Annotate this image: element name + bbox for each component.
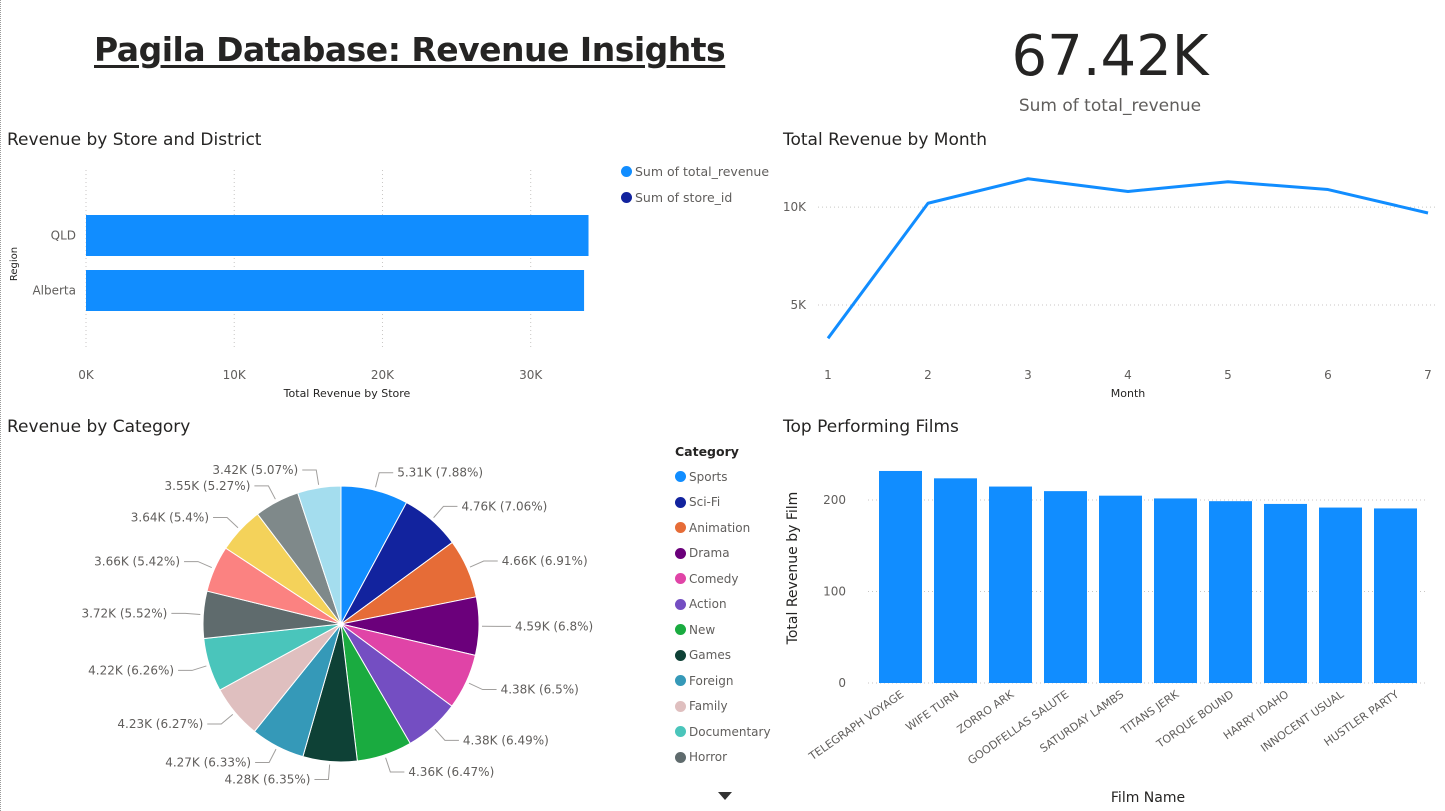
store-chart-x-tick-label: 30K [519,368,543,382]
month-chart-y-tick-label: 5K [790,298,807,312]
pie-data-label: 4.23K (6.27%) [117,717,203,731]
store-chart-bar [86,215,589,256]
pie-leader-line [385,757,405,773]
pie-data-label: 4.22K (6.26%) [88,663,174,677]
pie-data-label: 4.28K (6.35%) [225,772,311,786]
films-chart-bar [989,486,1032,683]
films-chart-x-tick-label: WIFE TURN [903,688,961,734]
store-chart-x-tick-label: 0K [78,368,95,382]
films-chart-bar [934,478,977,683]
month-chart-x-tick-label: 2 [924,368,932,382]
films-chart-y-axis-title: Total Revenue by Film [785,492,801,646]
films-chart-bar [1044,491,1087,683]
pie-leader-line [302,469,320,485]
month-chart-x-tick-label: 3 [1024,368,1032,382]
films-chart-y-tick-label: 200 [823,493,846,507]
films-chart-bar [879,470,922,683]
store-chart-x-tick-label: 10K [223,368,247,382]
pie-data-label: 5.31K (7.88%) [397,466,483,480]
store-chart-y-axis-title: Region [9,247,20,281]
films-chart-y-tick-label: 100 [823,585,846,599]
month-chart-x-tick-label: 5 [1224,368,1232,382]
store-chart-x-axis-title: Total Revenue by Store [283,387,411,400]
pie-leader-line [434,728,459,741]
charts-canvas: 0K 10K 20K 30K QLD Alberta Total Revenue by St… [9,170,1438,806]
pie-leader-line [184,561,212,569]
films-chart-bar [1264,503,1307,683]
month-chart-y-tick-label: 10K [783,200,807,214]
pie-leader-line [213,516,239,529]
pie-data-label: 4.38K (6.5%) [501,683,579,697]
pie-data-label: 3.72K (5.52%) [81,606,167,620]
month-chart-series-line [826,177,1429,340]
films-chart-bar [1154,498,1197,683]
films-chart-y-tick-label: 0 [838,676,846,690]
store-chart-y-tick-label: Alberta [32,284,76,298]
pie-data-label: 3.64K (5.4%) [131,510,209,524]
pie-leader-line [178,665,207,671]
pie-leader-line [314,764,331,780]
films-chart-bar [1099,495,1142,683]
pie-data-label: 4.66K (6.91%) [502,554,588,568]
films-chart-bar [1319,507,1362,683]
pie-data-label: 4.38K (6.49%) [463,733,549,747]
month-chart-x-axis-title: Month [1111,387,1146,400]
pie-data-label: 4.76K (7.06%) [461,499,547,513]
pie-leader-line [171,612,201,615]
pie-data-label: 4.36K (6.47%) [408,765,494,779]
pie-data-label: 4.59K (6.8%) [515,619,593,633]
films-chart-bar [1374,508,1417,683]
month-chart-x-tick-label: 4 [1124,368,1132,382]
pie-data-label: 4.27K (6.33%) [165,755,251,769]
pie-leader-line [254,485,276,500]
pie-data-label: 3.55K (5.27%) [165,479,251,493]
pie-leader-line [433,505,458,519]
store-chart-x-tick-label: 20K [371,368,395,382]
store-chart-bar [86,270,585,311]
films-chart-x-axis-title: Film Name [1111,790,1185,806]
pie-leader-line [468,682,497,691]
store-chart-y-tick-label: QLD [51,229,76,243]
pie-data-label: 3.66K (5.42%) [94,555,180,569]
films-chart-x-tick-label: TELEGRAPH VOYAGE [806,688,906,764]
films-chart-x-tick-label: GOODFELLAS SALUTE [965,688,1071,768]
pie-data-label: 3.42K (5.07%) [212,463,298,477]
films-chart-bar [1209,501,1252,683]
month-chart-x-tick-label: 7 [1424,368,1432,382]
pie-leader-line [469,560,498,568]
month-chart-x-tick-label: 6 [1324,368,1332,382]
pie-leader-line [207,714,234,725]
pie-leader-line [375,472,394,488]
month-chart-x-tick-label: 1 [824,368,832,382]
pie-leader-line [255,748,277,763]
